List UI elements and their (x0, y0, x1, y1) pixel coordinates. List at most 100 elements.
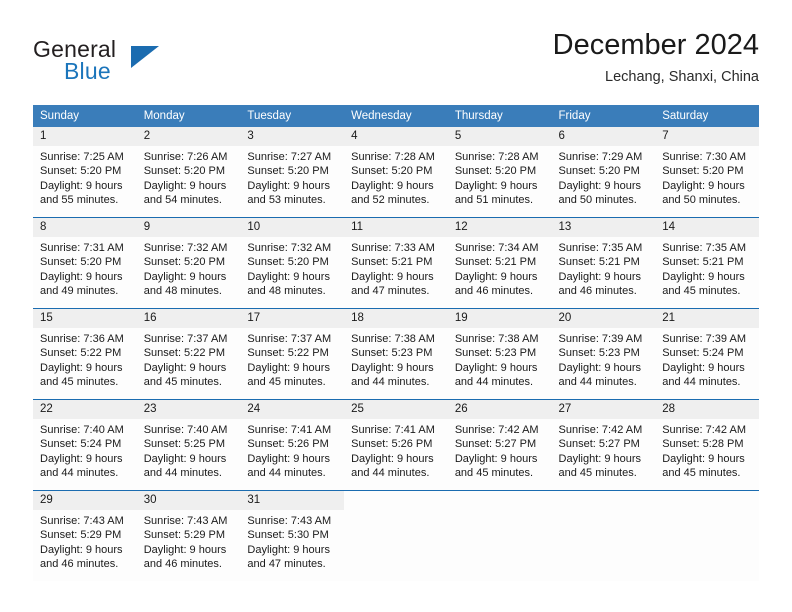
day-number: 11 (344, 218, 448, 237)
weekday-header-wednesday: Wednesday (344, 105, 448, 127)
sunrise-text: Sunrise: 7:40 AM (143, 424, 228, 436)
sunset-text: Sunset: 5:24 PM (662, 347, 744, 360)
calendar-day-cell[interactable]: 30 Sunrise: 7:43 AM Sunset: 5:29 PM Dayligh… (136, 490, 241, 581)
day-number: 19 (447, 309, 552, 328)
day-number: 2 (136, 127, 241, 146)
daylight-text-line2: and 54 minutes. (143, 194, 222, 207)
calendar-day-cell[interactable]: 11 Sunrise: 7:33 AM Sunset: 5:21 PM Dayligh… (344, 217, 448, 309)
sunrise-text: Sunrise: 7:42 AM (662, 424, 746, 436)
day-number: 21 (655, 309, 759, 328)
daylight-text-line1: Daylight: 9 hours (662, 361, 745, 374)
day-details: Sunrise: 7:33 AM Sunset: 5:21 PM Daylight:… (344, 237, 448, 299)
sunset-text: Sunset: 5:29 PM (143, 529, 226, 542)
calendar-day-cell[interactable]: 15 Sunrise: 7:36 AM Sunset: 5:22 PM Dayligh… (33, 308, 137, 400)
calendar-day-cell[interactable]: 17 Sunrise: 7:37 AM Sunset: 5:22 PM Dayligh… (240, 308, 345, 400)
daylight-text-line2: and 50 minutes. (662, 194, 741, 207)
daylight-text-line2: and 49 minutes. (40, 285, 119, 298)
day-number: 30 (136, 491, 241, 510)
day-details: Sunrise: 7:43 AM Sunset: 5:30 PM Daylight:… (240, 510, 344, 572)
day-number: 18 (344, 309, 448, 328)
daylight-text-line1: Daylight: 9 hours (143, 179, 227, 192)
daylight-text-line2: and 45 minutes. (40, 376, 119, 389)
day-details: Sunrise: 7:27 AM Sunset: 5:20 PM Daylight:… (240, 146, 344, 208)
weekday-header-monday: Monday (136, 105, 241, 127)
daylight-text-line1: Daylight: 9 hours (558, 361, 642, 374)
calendar-day-cell[interactable]: 10 Sunrise: 7:32 AM Sunset: 5:20 PM Dayligh… (240, 217, 345, 309)
daylight-text-line1: Daylight: 9 hours (40, 452, 123, 465)
day-number: 29 (33, 491, 137, 510)
day-details: Sunrise: 7:43 AM Sunset: 5:29 PM Daylight:… (137, 510, 241, 572)
brand-logo[interactable]: General Blue (33, 36, 213, 86)
brand-name-blue: Blue (64, 58, 111, 84)
calendar-day-cell[interactable]: 29 Sunrise: 7:43 AM Sunset: 5:29 PM Dayligh… (33, 490, 137, 581)
day-number: 3 (240, 127, 345, 146)
sunrise-text: Sunrise: 7:36 AM (40, 333, 124, 345)
calendar-day-cell[interactable]: 28 Sunrise: 7:42 AM Sunset: 5:28 PM Dayligh… (655, 399, 759, 491)
daylight-text-line1: Daylight: 9 hours (40, 543, 123, 556)
calendar-day-cell[interactable]: 25 Sunrise: 7:41 AM Sunset: 5:26 PM Dayligh… (344, 399, 448, 491)
daylight-text-line1: Daylight: 9 hours (40, 270, 123, 283)
calendar-day-cell[interactable]: 21 Sunrise: 7:39 AM Sunset: 5:24 PM Dayligh… (655, 308, 759, 400)
calendar-day-cell[interactable]: 23 Sunrise: 7:40 AM Sunset: 5:25 PM Dayligh… (136, 399, 241, 491)
calendar-day-cell[interactable]: 8 Sunrise: 7:31 AM Sunset: 5:20 PM Daylight… (33, 217, 137, 309)
calendar-day-cell[interactable]: 16 Sunrise: 7:37 AM Sunset: 5:22 PM Dayligh… (136, 308, 241, 400)
calendar-day-cell[interactable]: 18 Sunrise: 7:38 AM Sunset: 5:23 PM Dayligh… (344, 308, 448, 400)
sunset-text: Sunset: 5:22 PM (40, 347, 122, 360)
day-details: Sunrise: 7:41 AM Sunset: 5:26 PM Daylight:… (240, 419, 344, 481)
day-details: Sunrise: 7:43 AM Sunset: 5:29 PM Daylight:… (33, 510, 137, 572)
calendar-day-cell[interactable]: 13 Sunrise: 7:35 AM Sunset: 5:21 PM Dayligh… (551, 217, 656, 309)
daylight-text-line2: and 44 minutes. (558, 376, 637, 389)
calendar-day-cell[interactable]: 14 Sunrise: 7:35 AM Sunset: 5:21 PM Dayligh… (655, 217, 759, 309)
calendar-day-cell[interactable]: 31 Sunrise: 7:43 AM Sunset: 5:30 PM Dayligh… (240, 490, 345, 581)
daylight-text-line1: Daylight: 9 hours (351, 452, 434, 465)
calendar-day-cell[interactable]: 9 Sunrise: 7:32 AM Sunset: 5:20 PM Daylight… (136, 217, 241, 309)
daylight-text-line2: and 45 minutes. (143, 376, 222, 389)
calendar-day-cell[interactable]: 12 Sunrise: 7:34 AM Sunset: 5:21 PM Dayligh… (447, 217, 552, 309)
calendar-day-cell[interactable]: 6 Sunrise: 7:29 AM Sunset: 5:20 PM Daylight… (551, 127, 656, 218)
calendar-day-cell[interactable]: 3 Sunrise: 7:27 AM Sunset: 5:20 PM Daylight… (240, 127, 345, 218)
calendar-day-cell[interactable]: 7 Sunrise: 7:30 AM Sunset: 5:20 PM Daylight… (655, 127, 759, 218)
sunrise-text: Sunrise: 7:43 AM (247, 515, 332, 527)
calendar-day-cell[interactable]: 27 Sunrise: 7:42 AM Sunset: 5:27 PM Dayligh… (551, 399, 656, 491)
sunrise-text: Sunrise: 7:40 AM (40, 424, 124, 436)
day-number (655, 491, 759, 510)
sunrise-text: Sunrise: 7:28 AM (454, 151, 539, 163)
daylight-text-line2: and 48 minutes. (143, 285, 222, 298)
sunrise-text: Sunrise: 7:38 AM (351, 333, 435, 345)
daylight-text-line1: Daylight: 9 hours (247, 179, 330, 192)
day-details: Sunrise: 7:42 AM Sunset: 5:28 PM Daylight:… (655, 419, 759, 481)
sunrise-text: Sunrise: 7:32 AM (247, 242, 332, 254)
daylight-text-line1: Daylight: 9 hours (143, 270, 227, 283)
calendar-day-cell[interactable]: 2 Sunrise: 7:26 AM Sunset: 5:20 PM Daylight… (136, 127, 241, 218)
calendar-day-cell[interactable]: 4 Sunrise: 7:28 AM Sunset: 5:20 PM Daylight… (344, 127, 448, 218)
sunrise-text: Sunrise: 7:27 AM (247, 151, 332, 163)
day-number: 26 (447, 400, 552, 419)
sunset-text: Sunset: 5:21 PM (558, 256, 640, 269)
day-number: 23 (136, 400, 241, 419)
day-number: 24 (240, 400, 345, 419)
daylight-text-line1: Daylight: 9 hours (351, 270, 434, 283)
calendar-day-cell[interactable]: 24 Sunrise: 7:41 AM Sunset: 5:26 PM Dayligh… (240, 399, 345, 491)
sunset-text: Sunset: 5:21 PM (662, 256, 744, 269)
daylight-text-line2: and 45 minutes. (662, 285, 741, 298)
day-details: Sunrise: 7:32 AM Sunset: 5:20 PM Daylight:… (137, 237, 241, 299)
sunset-text: Sunset: 5:26 PM (351, 438, 433, 451)
day-number: 7 (655, 127, 759, 146)
daylight-text-line1: Daylight: 9 hours (454, 452, 538, 465)
triangle-logo-icon (131, 46, 159, 68)
day-number: 22 (33, 400, 137, 419)
calendar-day-cell[interactable]: 22 Sunrise: 7:40 AM Sunset: 5:24 PM Dayligh… (33, 399, 137, 491)
sunrise-text: Sunrise: 7:39 AM (558, 333, 643, 345)
calendar-day-cell[interactable]: 26 Sunrise: 7:42 AM Sunset: 5:27 PM Dayligh… (447, 399, 552, 491)
calendar-day-cell[interactable]: 5 Sunrise: 7:28 AM Sunset: 5:20 PM Daylight… (447, 127, 552, 218)
calendar-page: General Blue December 2024 Lechang, Shan… (0, 0, 792, 612)
calendar-day-cell[interactable]: 19 Sunrise: 7:38 AM Sunset: 5:23 PM Dayligh… (447, 308, 552, 400)
calendar-day-cell[interactable]: 20 Sunrise: 7:39 AM Sunset: 5:23 PM Dayligh… (551, 308, 656, 400)
weekday-header-sunday: Sunday (33, 105, 137, 127)
calendar-day-cell[interactable]: 1 Sunrise: 7:25 AM Sunset: 5:20 PM Daylight… (33, 127, 137, 218)
daylight-text-line1: Daylight: 9 hours (454, 179, 538, 192)
sunrise-text: Sunrise: 7:26 AM (143, 151, 228, 163)
daylight-text-line2: and 44 minutes. (247, 467, 326, 480)
daylight-text-line1: Daylight: 9 hours (662, 179, 745, 192)
sunrise-text: Sunrise: 7:42 AM (454, 424, 539, 436)
